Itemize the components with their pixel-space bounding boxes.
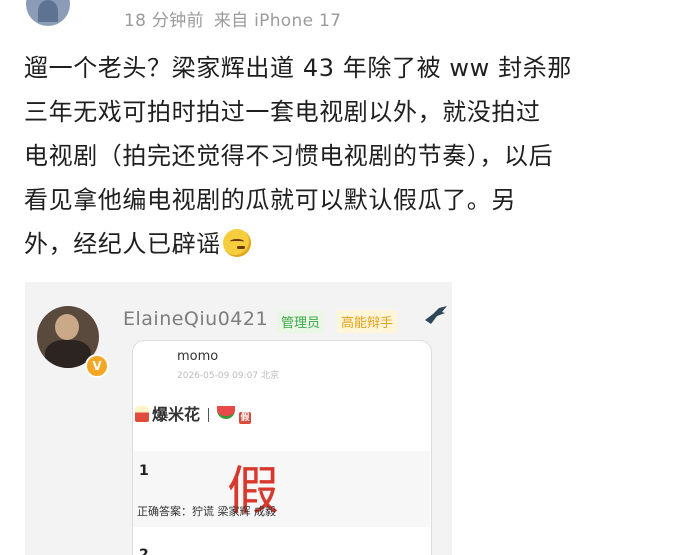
admin-tag: 管理员 (277, 310, 325, 333)
embedded-screenshot[interactable]: V ElaineQiu0421 管理员 高能辩手 momo 2026-05-09… (25, 282, 452, 555)
thinking-face-icon (222, 229, 251, 257)
quiz-card: momo 2026-05-09 09:07 北京 爆米花 假 1 假 正确答案：狞… (132, 340, 432, 555)
verified-badge-icon: V (85, 354, 109, 378)
poster-avatar[interactable] (26, 0, 70, 26)
question-1: 1 假 正确答案：狞谎 梁家辉 成毅 (133, 451, 430, 527)
bird-icon (425, 306, 447, 324)
fake-tag-icon: 假 (239, 412, 252, 424)
card-username: momo (177, 349, 219, 364)
post-line-last: 外，经纪人已辟谣 (24, 222, 664, 266)
post-line-text: 外，经纪人已辟谣 (24, 230, 221, 258)
post-meta: 18 分钟前 来自 iPhone 17 (124, 6, 341, 31)
post-line: 电视剧（拍完还觉得不习惯电视剧的节奏），以后 (24, 142, 554, 170)
question-number: 1 (139, 463, 149, 479)
divider (208, 408, 210, 422)
question-number: 2 (139, 547, 149, 555)
post-line: 三年无戏可拍时拍过一套电视剧以外，就没拍过 (24, 98, 541, 126)
post-line: 看见拿他编电视剧的瓜就可以默认假瓜了。另 (24, 186, 516, 214)
card-title: 爆米花 假 (135, 401, 252, 425)
embedded-username: ElaineQiu0421 (123, 308, 269, 330)
post-body: 遛一个老头？梁家辉出道 43 年除了被 ww 封杀那 三年无戏可拍时拍过一套电视… (24, 46, 664, 266)
post-source: 来自 iPhone 17 (213, 11, 342, 31)
correct-answer: 正确答案：狞谎 梁家辉 成毅 (137, 505, 276, 518)
card-timestamp: 2026-05-09 09:07 北京 (177, 371, 279, 381)
post-line: 遛一个老头？梁家辉出道 43 年除了被 ww 封杀那 (24, 54, 572, 82)
debater-tag: 高能辩手 (337, 310, 398, 333)
popcorn-icon (135, 406, 149, 422)
card-title-text: 爆米花 (152, 405, 201, 424)
watermelon-icon (217, 406, 236, 419)
post-time: 18 分钟前 (124, 11, 204, 31)
